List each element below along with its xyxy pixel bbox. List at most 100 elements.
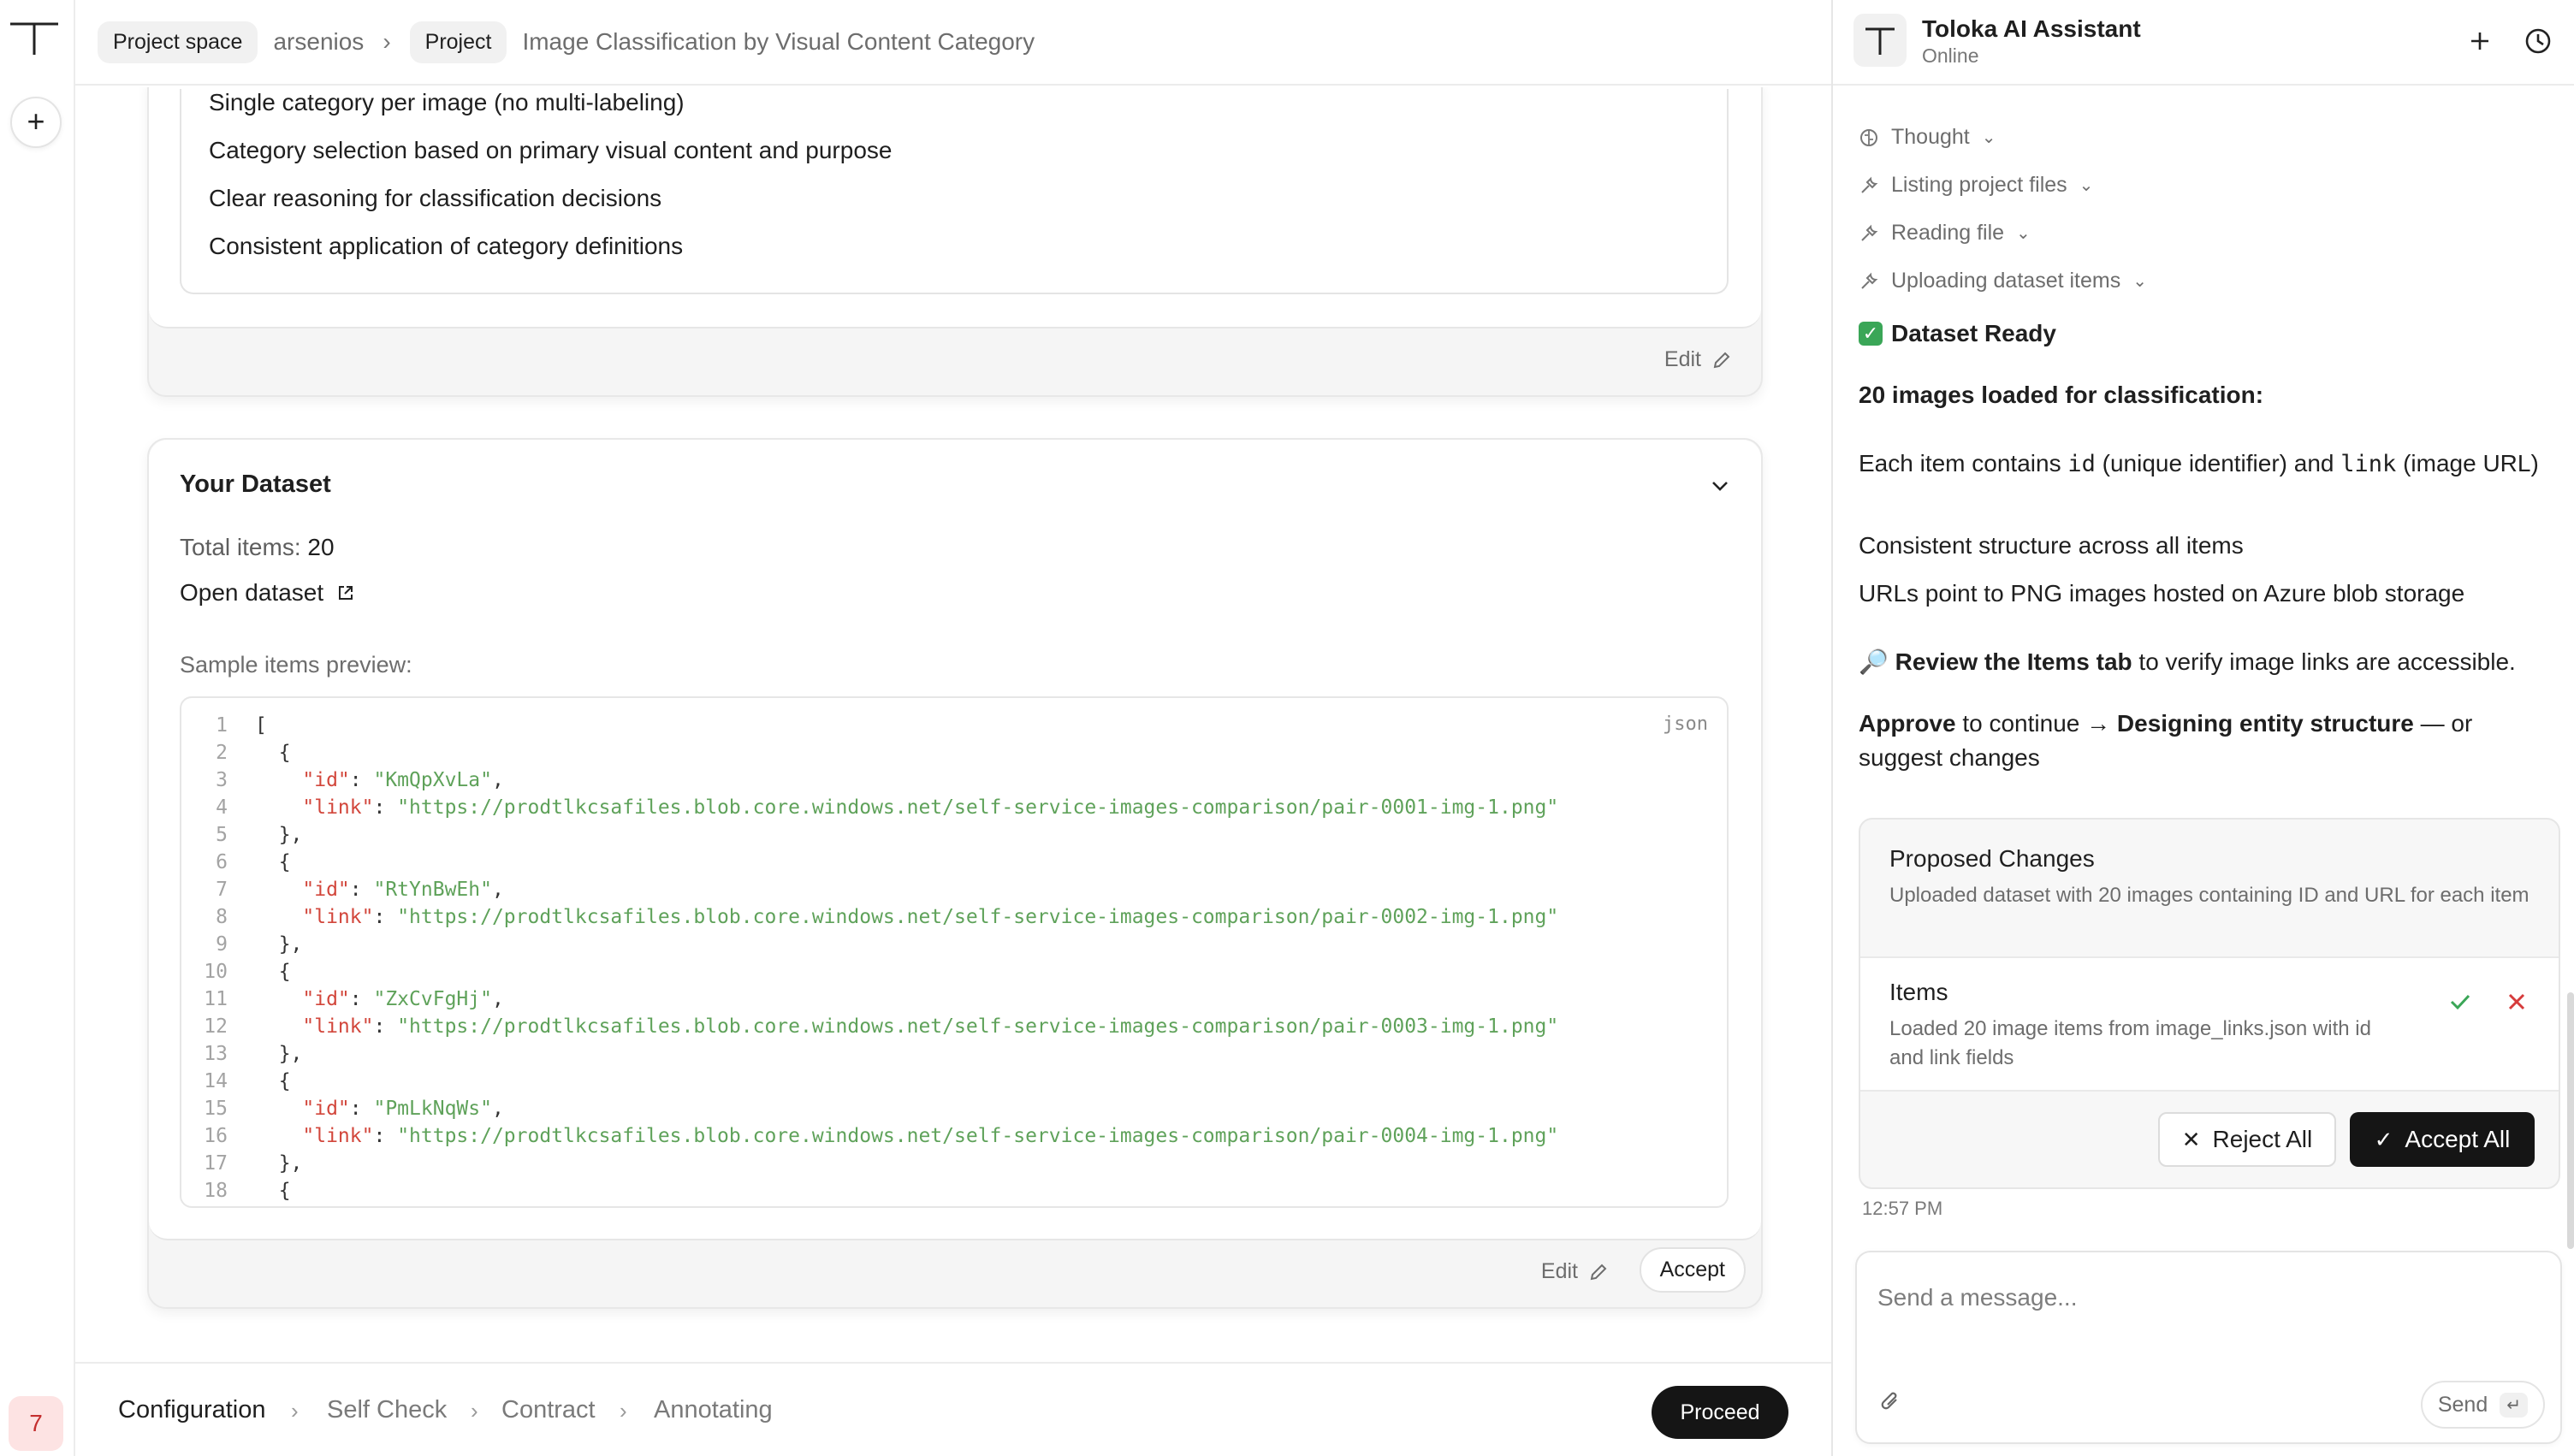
- toloka-logo-icon[interactable]: [7, 17, 62, 56]
- json-punct: },: [255, 1152, 303, 1175]
- msg-text: (image URL): [2396, 450, 2539, 476]
- line-number: 14: [204, 1070, 228, 1092]
- message-timestamp: 12:57 PM: [1862, 1198, 1943, 1219]
- json-punct: {: [255, 1180, 291, 1202]
- open-dataset-link[interactable]: Open dataset: [180, 579, 356, 607]
- tool-label: Uploading dataset items: [1891, 269, 2121, 293]
- approve-bold: Approve: [1859, 710, 1956, 737]
- ready-label: Dataset Ready: [1891, 320, 2056, 346]
- json-string: "ZxCvFgHj": [373, 988, 492, 1010]
- chevron-right-icon: ›: [291, 1398, 299, 1423]
- dataset-ready-heading: ✓ Dataset Ready: [1859, 317, 2552, 351]
- code-line: 18 {: [181, 1177, 291, 1204]
- breadcrumb-project-space[interactable]: Project space: [98, 21, 258, 63]
- json-code-viewer[interactable]: json 1[2 {3 "id": "KmQpXvLa", 4 "link": "…: [180, 696, 1729, 1208]
- line-number: 18: [204, 1180, 228, 1202]
- inline-code: link: [2340, 451, 2397, 477]
- dataset-card-body: Your Dataset Total items: 20 Open datase…: [149, 440, 1761, 1240]
- json-punct: [255, 796, 302, 819]
- code-line: 4 "link": "https://prodtlkcsafiles.blob.…: [181, 794, 1558, 821]
- check-mark-icon: ✓: [1859, 322, 1883, 346]
- chat-scrollbar[interactable]: [2567, 992, 2574, 1249]
- message-input[interactable]: [1877, 1276, 2528, 1319]
- dataset-edit-button[interactable]: Edit: [1541, 1259, 1609, 1284]
- tool-reading-file[interactable]: Reading file ⌄: [1859, 221, 2031, 246]
- tool-listing-files[interactable]: Listing project files ⌄: [1859, 173, 2093, 198]
- message-composer: Send ↵: [1855, 1251, 2562, 1444]
- assistant-message-approve: Approve to continue → Designing entity s…: [1859, 707, 2552, 775]
- paperclip-icon[interactable]: [1877, 1389, 1905, 1417]
- line-number: 15: [204, 1098, 228, 1120]
- json-punct: {: [255, 1070, 291, 1092]
- new-project-button[interactable]: +: [10, 97, 62, 148]
- change-item-title: Items: [1889, 979, 1948, 1005]
- accept-check-icon[interactable]: [2447, 989, 2473, 1015]
- send-button[interactable]: Send ↵: [2420, 1381, 2545, 1429]
- proposed-changes-description: Uploaded dataset with 20 images containi…: [1889, 884, 2530, 907]
- json-punct: {: [255, 961, 291, 983]
- json-punct: ,: [491, 769, 504, 791]
- breadcrumb-project[interactable]: Project: [409, 21, 507, 63]
- json-punct: [: [255, 714, 267, 737]
- json-punct: [255, 1125, 302, 1147]
- code-line: 8 "link": "https://prodtlkcsafiles.blob.…: [181, 903, 1558, 931]
- step-contract[interactable]: Contract: [501, 1396, 596, 1424]
- send-label: Send: [2437, 1392, 2488, 1417]
- assistant-subheading: 20 images loaded for classification:: [1859, 378, 2552, 412]
- reject-x-icon[interactable]: [2504, 989, 2530, 1015]
- main-content[interactable]: Single category per image (no multi-labe…: [75, 87, 1831, 1362]
- dataset-accept-button[interactable]: Accept: [1639, 1247, 1746, 1293]
- reject-all-button[interactable]: ✕ Reject All: [2158, 1112, 2336, 1167]
- proceed-button[interactable]: Proceed: [1652, 1386, 1788, 1439]
- criteria-line: Clear reasoning for classification decis…: [209, 185, 662, 211]
- dataset-card: Your Dataset Total items: 20 Open datase…: [147, 438, 1763, 1309]
- json-key: "link": [302, 1015, 374, 1038]
- code-line: 10 {: [181, 958, 291, 985]
- chevron-down-icon[interactable]: [1708, 474, 1732, 498]
- json-punct: :: [349, 879, 374, 901]
- accept-all-button[interactable]: ✓ Accept All: [2350, 1112, 2535, 1167]
- sample-preview-label: Sample items preview:: [180, 652, 412, 678]
- json-punct: ,: [491, 988, 504, 1010]
- criteria-edit-button[interactable]: Edit: [1664, 347, 1732, 372]
- chevron-right-icon: ›: [620, 1398, 627, 1423]
- step-annotating[interactable]: Annotating: [654, 1396, 773, 1424]
- new-chat-plus-icon[interactable]: [2464, 26, 2495, 56]
- line-number: 17: [204, 1152, 228, 1175]
- assistant-message-review: 🔎 Review the Items tab to verify image l…: [1859, 645, 2552, 679]
- history-clock-icon[interactable]: [2523, 26, 2553, 56]
- json-string: "https://prodtlkcsafiles.blob.core.windo…: [397, 1015, 1559, 1038]
- json-key: "link": [302, 1125, 374, 1147]
- code-line: 16 "link": "https://prodtlkcsafiles.blob…: [181, 1122, 1558, 1150]
- step-configuration[interactable]: Configuration: [118, 1396, 266, 1424]
- breadcrumb-user[interactable]: arsenios: [273, 28, 364, 56]
- pencil-icon: [1713, 352, 1730, 368]
- chevron-down-icon: ⌄: [2079, 176, 2094, 195]
- code-line: 7 "id": "RtYnBwEh",: [181, 876, 504, 903]
- tool-label: Thought: [1891, 125, 1970, 149]
- criteria-line: Single category per image (no multi-labe…: [209, 89, 685, 115]
- line-number: 1: [216, 714, 228, 737]
- code-line: 12 "link": "https://prodtlkcsafiles.blob…: [181, 1013, 1558, 1040]
- line-number: 11: [204, 988, 228, 1010]
- json-punct: [255, 1015, 302, 1038]
- code-line: 13 },: [181, 1040, 302, 1068]
- json-punct: [255, 906, 302, 928]
- notification-badge[interactable]: 7: [9, 1396, 63, 1451]
- dataset-title: Your Dataset: [180, 471, 331, 498]
- close-icon: ✕: [2181, 1126, 2201, 1152]
- step-self-check[interactable]: Self Check: [327, 1396, 447, 1424]
- toloka-logo-icon: [1865, 27, 1895, 55]
- tool-uploading-items[interactable]: Uploading dataset items ⌄: [1859, 269, 2147, 293]
- json-key: "id": [302, 879, 350, 901]
- criteria-line: Consistent application of category defin…: [209, 233, 684, 259]
- tool-label: Listing project files: [1891, 173, 2067, 197]
- json-string: "https://prodtlkcsafiles.blob.core.windo…: [397, 796, 1559, 819]
- json-key: "link": [302, 796, 374, 819]
- app-root: + 7 Project space arsenios › Project Ima…: [0, 0, 2574, 1456]
- line-number: 4: [216, 796, 228, 819]
- line-number: 7: [216, 879, 228, 901]
- tool-thought[interactable]: Thought ⌄: [1859, 125, 1996, 150]
- code-line: 2 {: [181, 739, 290, 766]
- code-line: 1[: [181, 712, 267, 739]
